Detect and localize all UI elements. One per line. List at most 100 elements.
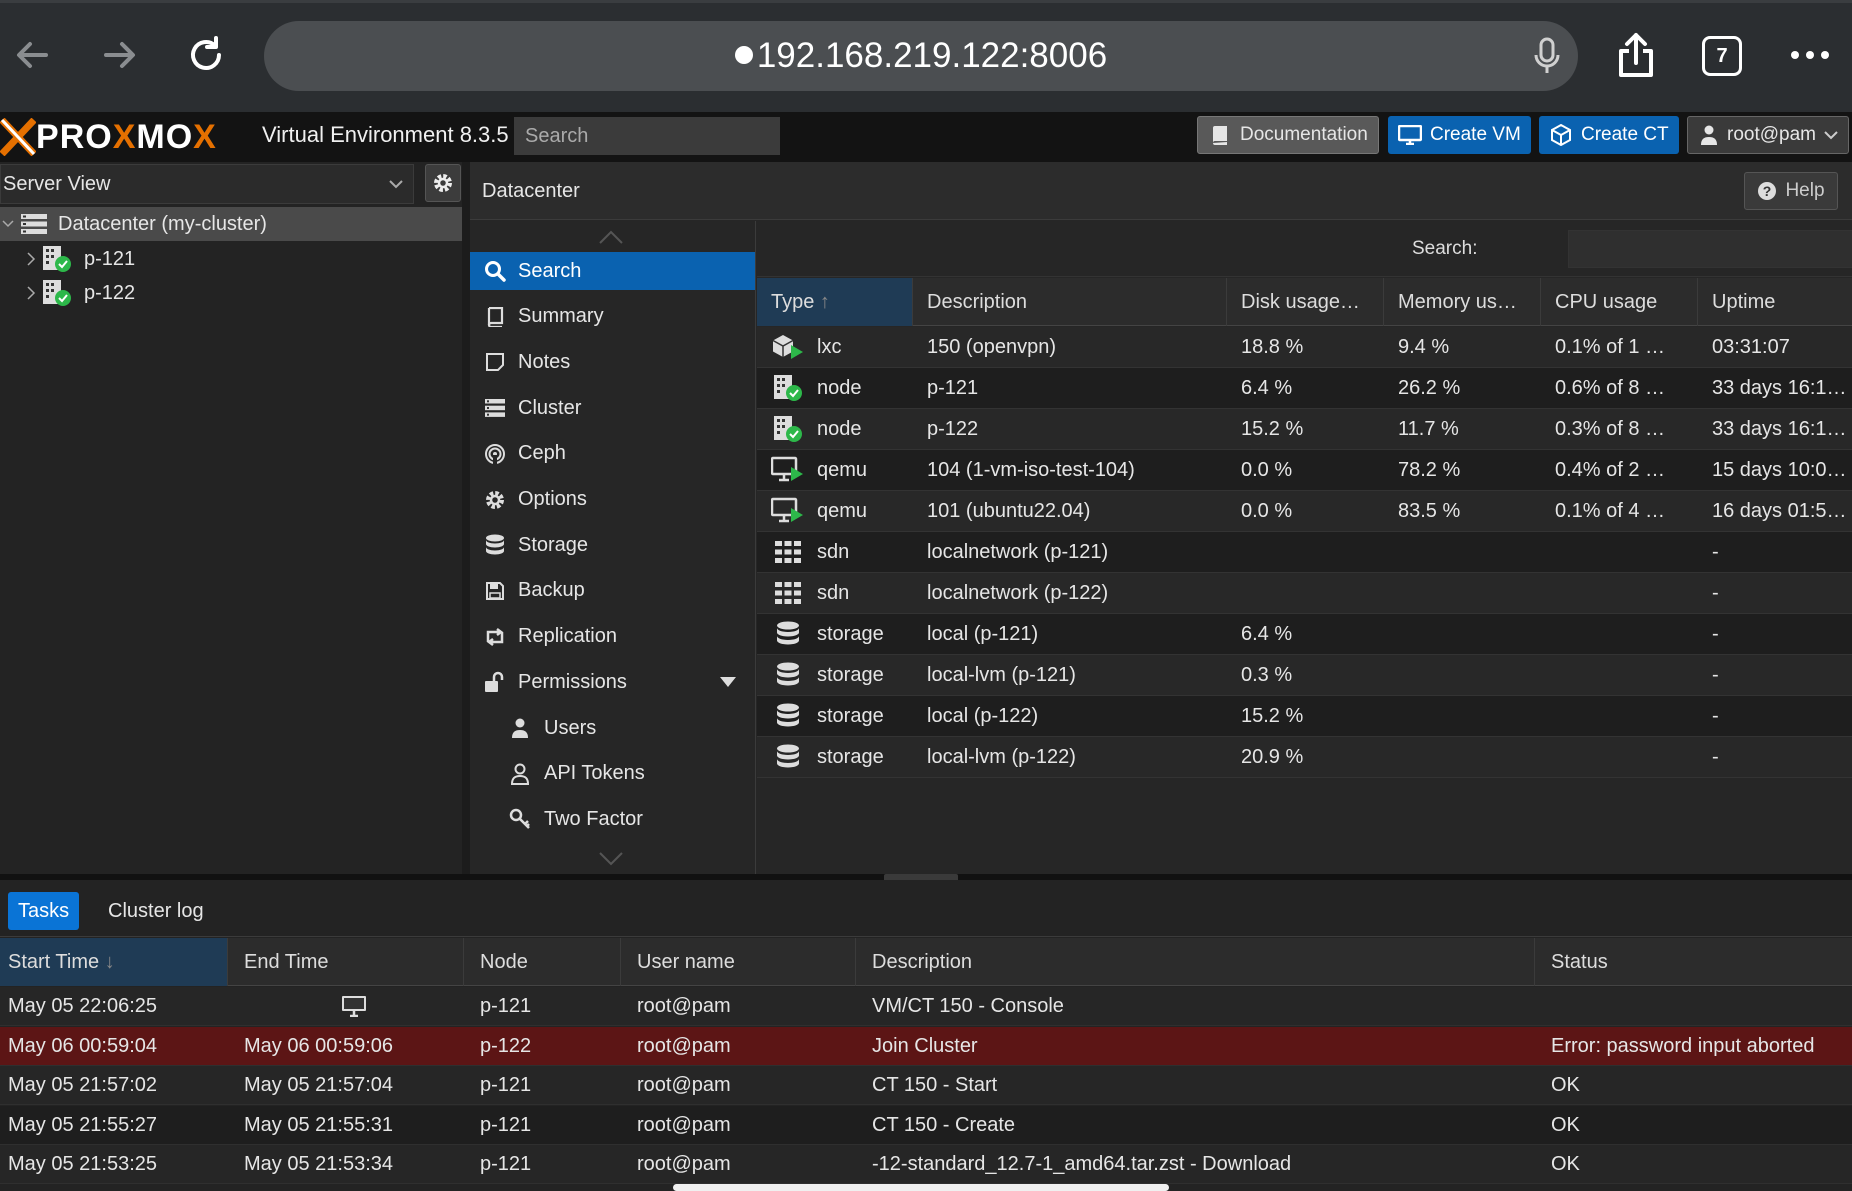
create-ct-button[interactable]: Create CT <box>1539 116 1679 154</box>
svg-text:?: ? <box>1763 183 1772 199</box>
microphone-icon[interactable] <box>1532 37 1562 77</box>
cell-end: May 05 21:53:34 <box>244 1153 393 1175</box>
cell-description: p-121 <box>927 377 979 399</box>
menu-item-backup[interactable]: Backup <box>470 572 755 610</box>
table-row[interactable]: lxc 150 (openvpn) 18.8 % 9.4 % 0.1% of 1 … 03… <box>757 327 1852 368</box>
cell-cpu: 0.1% of 4 … <box>1555 500 1666 522</box>
share-button[interactable] <box>1606 25 1666 85</box>
tree-item-node[interactable]: p-121 <box>0 242 462 276</box>
cell-memory: 9.4 % <box>1398 336 1450 358</box>
menu-item-options[interactable]: Options <box>470 481 755 519</box>
menu-item-summary[interactable]: Summary <box>470 298 755 336</box>
scroll-up-icon[interactable] <box>598 229 624 245</box>
menu-item-notes[interactable]: Notes <box>470 343 755 381</box>
caret-down-icon[interactable] <box>720 677 736 688</box>
column-header-start-time[interactable]: Start Time ↓ <box>0 938 228 986</box>
table-row[interactable]: sdn localnetwork (p-121) - <box>757 532 1852 573</box>
column-header-status[interactable]: Status <box>1535 938 1852 986</box>
reload-button[interactable] <box>176 25 236 85</box>
column-header-user-name[interactable]: User name <box>621 938 856 986</box>
table-row[interactable]: qemu 101 (ubuntu22.04) 0.0 % 83.5 % 0.1% of … <box>757 491 1852 532</box>
header-search-input[interactable]: Search <box>514 117 780 155</box>
menu-item-storage[interactable]: Storage <box>470 526 755 564</box>
cell-cpu <box>1541 573 1698 613</box>
cell-description: local (p-122) <box>927 705 1039 727</box>
tab-count-button[interactable]: 7 <box>1702 36 1742 76</box>
table-row[interactable]: storage local-lvm (p-122) 20.9 % - <box>757 737 1852 778</box>
sort-descending-icon: ↓ <box>104 951 115 973</box>
cell-description: VM/CT 150 - Console <box>872 995 1064 1017</box>
cell-uptime: 33 days 16:1… <box>1712 418 1847 440</box>
qemu-running-icon <box>771 456 805 484</box>
menu-item-label: Notes <box>518 350 571 373</box>
table-row[interactable]: node p-122 15.2 % 11.7 % 0.3% of 8 … 33 days … <box>757 409 1852 450</box>
grid-search-input[interactable] <box>1568 230 1852 268</box>
table-row[interactable]: sdn localnetwork (p-122) - <box>757 573 1852 614</box>
column-header-memory-usage[interactable]: Memory us… <box>1384 278 1541 326</box>
column-header-uptime[interactable]: Uptime <box>1698 278 1852 326</box>
column-header-description[interactable]: Description <box>913 278 1227 326</box>
proxmox-logo: PROXMOX <box>0 118 217 156</box>
help-button[interactable]: ? Help <box>1744 172 1838 210</box>
cell-description: 101 (ubuntu22.04) <box>927 500 1091 522</box>
column-header-type[interactable]: Type ↑ <box>757 278 913 326</box>
cell-node: p-121 <box>480 1074 532 1096</box>
menu-item-ceph[interactable]: Ceph <box>470 435 755 473</box>
more-menu-button[interactable] <box>1780 25 1840 85</box>
task-row[interactable]: May 05 21:55:27 May 05 21:55:31 p-121 root@… <box>0 1105 1852 1145</box>
task-row[interactable]: May 05 21:53:25 May 05 21:53:34 p-121 root@… <box>0 1145 1852 1184</box>
table-row[interactable]: storage local (p-121) 6.4 % - <box>757 614 1852 655</box>
table-row[interactable]: storage local (p-122) 15.2 % - <box>757 696 1852 737</box>
menu-item-two-factor[interactable]: Two Factor <box>470 800 755 838</box>
menu-item-search[interactable]: Search <box>470 252 755 290</box>
storage-icon <box>771 621 805 647</box>
table-row[interactable]: node p-121 6.4 % 26.2 % 0.6% of 8 … 33 days 1… <box>757 368 1852 409</box>
sdn-icon <box>771 540 805 564</box>
scroll-down-icon[interactable] <box>598 851 624 867</box>
menu-item-users[interactable]: Users <box>470 709 755 747</box>
cell-uptime: - <box>1712 705 1719 727</box>
cell-uptime: 15 days 10:0… <box>1712 459 1847 481</box>
address-bar[interactable]: 192.168.219.122:8006 <box>264 21 1578 91</box>
tree-item-datacenter[interactable]: Datacenter (my-cluster) <box>0 207 462 241</box>
cell-disk: 15.2 % <box>1241 418 1304 440</box>
cell-type: storage <box>757 737 913 777</box>
menu-item-cluster[interactable]: Cluster <box>470 389 755 427</box>
cell-description: local-lvm (p-122) <box>927 746 1076 768</box>
column-header-node[interactable]: Node <box>464 938 621 986</box>
tab-tasks[interactable]: Tasks <box>8 892 80 930</box>
column-header-cpu-usage[interactable]: CPU usage <box>1541 278 1698 326</box>
tab-cluster-log[interactable]: Cluster log <box>98 892 214 930</box>
menu-item-api-tokens[interactable]: API Tokens <box>470 755 755 793</box>
tree-item-node[interactable]: p-122 <box>0 276 462 310</box>
documentation-button[interactable]: Documentation <box>1197 116 1379 154</box>
task-row[interactable]: May 05 22:06:25 p-121 root@pam VM/CT 150 - … <box>0 987 1852 1026</box>
column-header-disk-usage[interactable]: Disk usage… <box>1227 278 1384 326</box>
server-view-select[interactable]: Server View <box>0 164 414 204</box>
cell-user: root@pam <box>637 1113 731 1136</box>
task-row[interactable]: May 05 21:57:02 May 05 21:57:04 p-121 root@… <box>0 1066 1852 1105</box>
cell-disk: 6.4 % <box>1241 377 1293 399</box>
table-row[interactable]: qemu 104 (1-vm-iso-test-104) 0.0 % 78.2 % 0.… <box>757 450 1852 491</box>
column-header-description[interactable]: Description <box>856 938 1535 986</box>
menu-item-permissions[interactable]: Permissions <box>470 663 755 701</box>
forward-button[interactable] <box>90 25 150 85</box>
cell-cpu: 0.4% of 2 … <box>1555 459 1666 481</box>
user-menu-button[interactable]: root@pam <box>1687 116 1849 154</box>
menu-item-replication[interactable]: Replication <box>470 618 755 656</box>
storage-icon <box>771 744 805 770</box>
create-vm-button[interactable]: Create VM <box>1388 116 1531 154</box>
tree-settings-button[interactable] <box>425 164 461 202</box>
site-info-icon[interactable] <box>734 46 753 64</box>
task-row[interactable]: May 06 00:59:04 May 06 00:59:06 p-122 root@… <box>0 1026 1852 1066</box>
table-row[interactable]: storage local-lvm (p-121) 0.3 % - <box>757 655 1852 696</box>
menu-item-label: Cluster <box>518 396 582 419</box>
back-button[interactable] <box>2 25 62 85</box>
cell-disk <box>1227 532 1384 572</box>
cell-start: May 06 00:59:04 <box>8 1034 157 1057</box>
column-header-end-time[interactable]: End Time <box>228 938 464 986</box>
console-icon[interactable] <box>341 995 367 1017</box>
cell-memory <box>1384 573 1541 613</box>
tasks-panel: Tasks Cluster log Start Time ↓ End Time … <box>0 880 1852 1191</box>
cell-type-text: node <box>817 377 862 399</box>
